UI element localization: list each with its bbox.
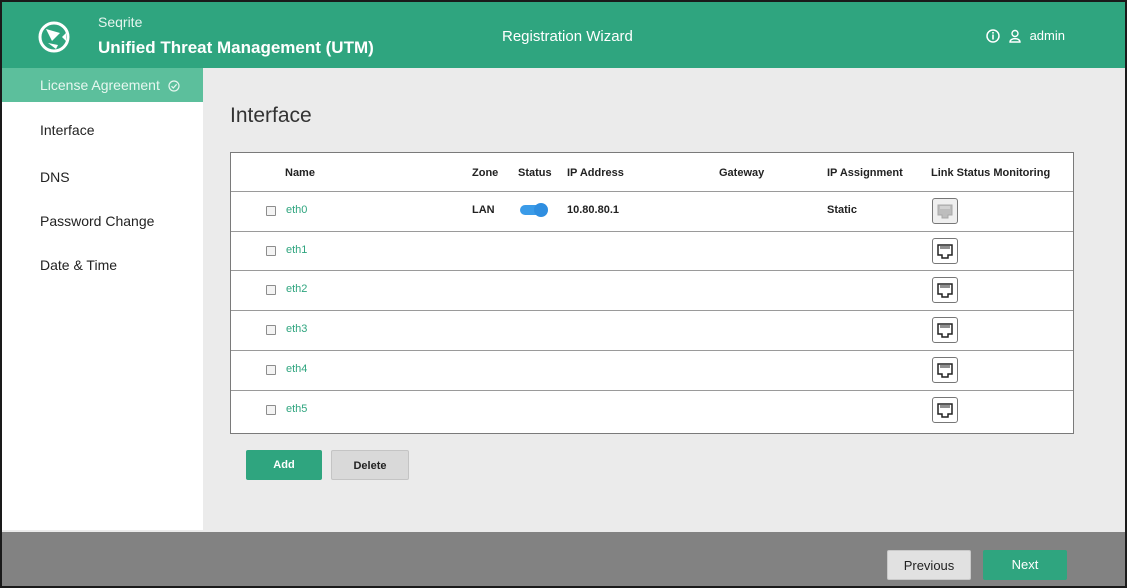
step-label: DNS xyxy=(40,169,70,185)
info-icon[interactable] xyxy=(985,28,1000,43)
app-window: Seqrite Unified Threat Management (UTM) … xyxy=(0,0,1127,588)
table-row: eth4 xyxy=(231,350,1073,389)
table-row: eth5 xyxy=(231,390,1073,429)
zone-cell: LAN xyxy=(472,204,495,216)
product-title: Unified Threat Management (UTM) xyxy=(98,38,374,57)
column-header-ip-address[interactable]: IP Address xyxy=(567,167,624,179)
wizard-footer: Previous Next xyxy=(2,532,1125,586)
table-row: eth0 LAN 10.80.80.1 Static xyxy=(231,191,1073,230)
step-dns[interactable]: DNS xyxy=(2,157,203,197)
step-label: Password Change xyxy=(40,213,155,229)
table-row: eth3 xyxy=(231,310,1073,349)
column-header-gateway[interactable]: Gateway xyxy=(719,167,764,179)
wizard-steps-sidebar: License Agreement Interface DNS Password… xyxy=(2,68,203,530)
interface-name-link[interactable]: eth2 xyxy=(286,283,307,295)
brand-name: Seqrite xyxy=(98,14,143,30)
step-label: License Agreement xyxy=(40,77,160,93)
row-checkbox[interactable] xyxy=(266,246,276,256)
user-icon[interactable] xyxy=(1008,29,1022,43)
app-header: Seqrite Unified Threat Management (UTM) … xyxy=(2,2,1125,68)
ethernet-port-icon[interactable] xyxy=(932,277,958,303)
ethernet-port-icon[interactable] xyxy=(932,238,958,264)
row-checkbox[interactable] xyxy=(266,285,276,295)
table-row: eth2 xyxy=(231,270,1073,309)
delete-button[interactable]: Delete xyxy=(331,450,409,480)
ethernet-port-icon[interactable] xyxy=(932,397,958,423)
next-button[interactable]: Next xyxy=(983,550,1067,580)
step-password-change[interactable]: Password Change xyxy=(2,201,203,241)
table-row: eth1 xyxy=(231,231,1073,270)
user-name[interactable]: admin xyxy=(1030,28,1065,43)
column-header-name[interactable]: Name xyxy=(285,167,315,179)
wizard-title: Registration Wizard xyxy=(502,28,633,45)
interface-table: Name Zone Status IP Address Gateway IP A… xyxy=(230,152,1074,434)
row-checkbox[interactable] xyxy=(266,206,276,216)
page-title: Interface xyxy=(230,104,312,127)
header-user-area: admin xyxy=(985,28,1065,43)
column-header-zone[interactable]: Zone xyxy=(472,167,498,179)
previous-button[interactable]: Previous xyxy=(887,550,971,580)
step-label: Date & Time xyxy=(40,257,118,273)
ethernet-port-icon[interactable] xyxy=(932,357,958,383)
interface-name-link[interactable]: eth1 xyxy=(286,244,307,256)
step-interface[interactable]: Interface xyxy=(2,110,203,150)
interface-name-link[interactable]: eth0 xyxy=(286,204,307,216)
column-header-ip-assignment[interactable]: IP Assignment xyxy=(827,167,903,179)
ip-assignment-cell: Static xyxy=(827,204,857,216)
column-header-status[interactable]: Status xyxy=(518,167,552,179)
ethernet-port-icon[interactable] xyxy=(932,317,958,343)
add-button[interactable]: Add xyxy=(246,450,322,480)
row-checkbox[interactable] xyxy=(266,365,276,375)
globe-logo-icon xyxy=(38,21,70,53)
ip-address-cell: 10.80.80.1 xyxy=(567,204,619,216)
status-toggle[interactable] xyxy=(520,203,548,217)
row-checkbox[interactable] xyxy=(266,405,276,415)
step-date-time[interactable]: Date & Time xyxy=(2,245,203,285)
check-circle-icon xyxy=(168,80,180,92)
step-license-agreement[interactable]: License Agreement xyxy=(2,68,203,102)
step-label: Interface xyxy=(40,122,95,138)
interface-name-link[interactable]: eth5 xyxy=(286,403,307,415)
interface-name-link[interactable]: eth4 xyxy=(286,363,307,375)
ethernet-port-icon[interactable] xyxy=(932,198,958,224)
column-header-link-status[interactable]: Link Status Monitoring xyxy=(931,167,1050,179)
row-checkbox[interactable] xyxy=(266,325,276,335)
interface-name-link[interactable]: eth3 xyxy=(286,323,307,335)
